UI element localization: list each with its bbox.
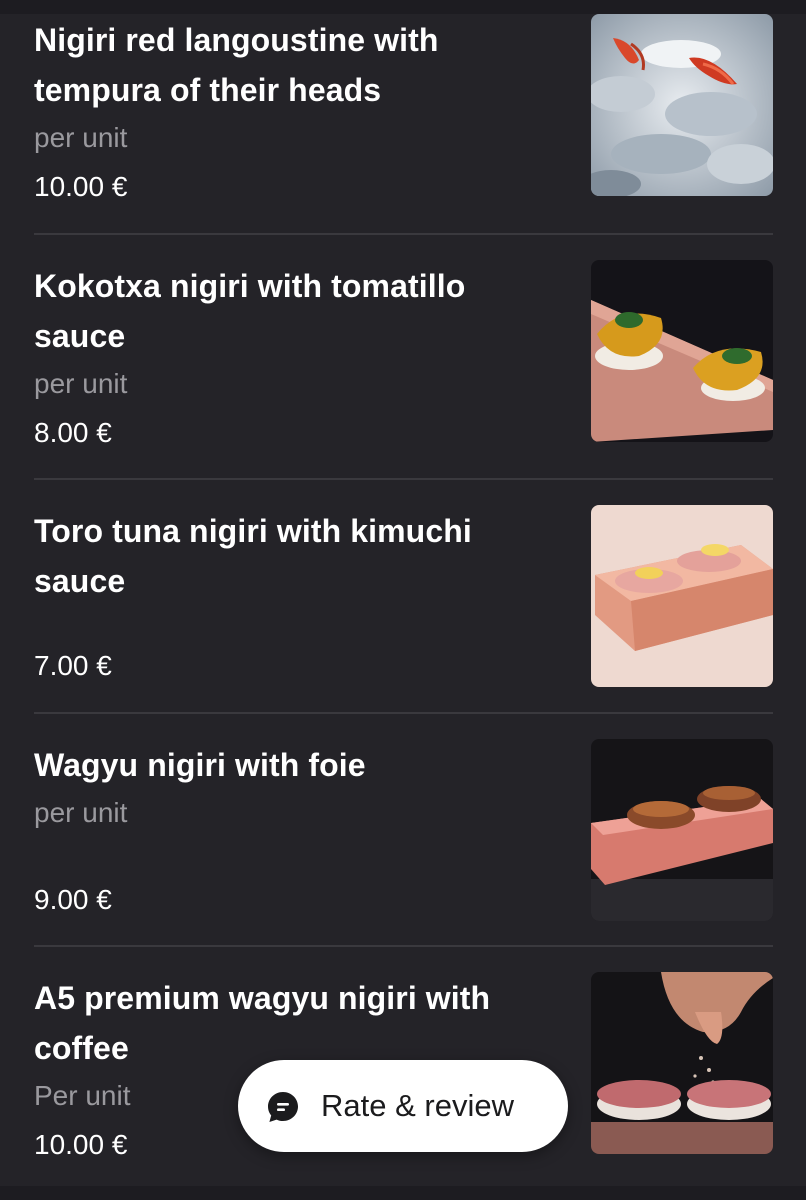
item-unit: Per unit [34, 1080, 131, 1111]
item-unit: per unit [34, 368, 128, 399]
menu-item-kokotxa[interactable]: Kokotxa nigiri with tomatillo sauce per … [0, 235, 806, 479]
menu-item-langoustine[interactable]: Nigiri red langoustine with tempura of t… [0, 0, 806, 234]
kokotxa-nigiri-photo[interactable] [591, 260, 773, 442]
item-price: 10.00 € [34, 1129, 128, 1160]
rate-review-button[interactable]: Rate & review [238, 1060, 568, 1152]
item-name: Nigiri red langoustine with tempura of t… [34, 22, 439, 108]
item-name: Toro tuna nigiri with kimuchi sauce [34, 513, 472, 599]
chat-bubble-icon [266, 1090, 300, 1124]
menu-item-toro[interactable]: Toro tuna nigiri with kimuchi sauce 7.00… [0, 480, 806, 712]
menu-page: Nigiri red langoustine with tempura of t… [0, 0, 806, 1200]
item-name: Wagyu nigiri with foie [34, 747, 366, 783]
item-unit: per unit [34, 122, 128, 153]
item-name: A5 premium wagyu nigiri with coffee [34, 980, 491, 1066]
wagyu-foie-nigiri-photo[interactable] [591, 739, 773, 921]
item-price: 7.00 € [34, 650, 112, 681]
toro-tuna-nigiri-photo[interactable] [591, 505, 773, 687]
item-price: 10.00 € [34, 171, 128, 202]
item-unit: per unit [34, 797, 128, 828]
item-name: Kokotxa nigiri with tomatillo sauce [34, 268, 466, 354]
menu-item-wagyu-foie[interactable]: Wagyu nigiri with foie per unit 9.00 € [0, 714, 806, 946]
item-price: 8.00 € [34, 417, 112, 448]
a5-wagyu-coffee-nigiri-photo[interactable] [591, 972, 773, 1154]
item-price: 9.00 € [34, 884, 112, 915]
bottom-edge [0, 1186, 806, 1200]
rate-review-label: Rate & review [321, 1088, 514, 1123]
langoustine-nigiri-photo[interactable] [591, 14, 773, 196]
